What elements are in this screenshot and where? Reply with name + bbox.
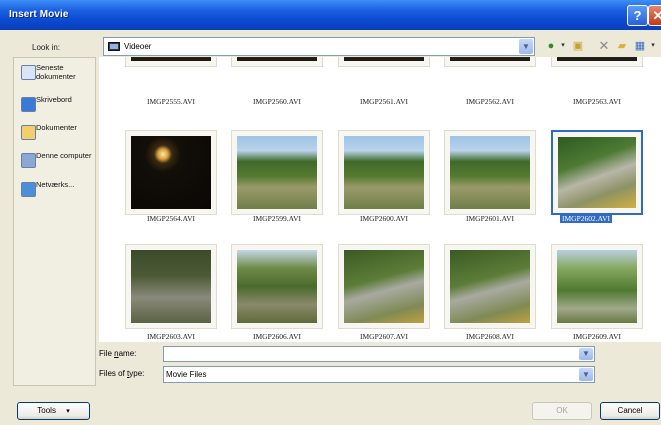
file-thumbnail[interactable] [444, 57, 536, 67]
place-item[interactable]: Seneste dokumenter [14, 61, 97, 89]
file-type-dropdown[interactable]: Movie Files ▼ [163, 366, 595, 383]
file-name-input[interactable]: ▼ [163, 346, 595, 362]
file-name[interactable]: IMGP2602.AVI [560, 214, 612, 223]
tools-label: Tools [37, 406, 56, 415]
file-name[interactable]: IMGP2564.AVI [125, 214, 217, 223]
computer-icon [21, 153, 36, 168]
file-thumbnail[interactable] [231, 57, 323, 67]
file-name[interactable]: IMGP2601.AVI [444, 214, 536, 223]
delete-icon[interactable]: ✕ [596, 38, 612, 54]
file-name[interactable]: IMGP2603.AVI [125, 332, 217, 341]
place-label: Netværks... [36, 180, 75, 189]
place-item[interactable]: Netværks... [14, 178, 97, 206]
back-dropdown-icon[interactable]: ▾ [559, 38, 567, 54]
file-thumbnail[interactable] [444, 130, 536, 215]
video-preview-image [237, 136, 317, 209]
place-label: Dokumenter [36, 123, 77, 132]
video-preview-image [558, 137, 636, 208]
tools-button[interactable]: Tools ▾ [17, 402, 90, 420]
file-name[interactable]: IMGP2560.AVI [231, 97, 323, 106]
look-in-label: Look in: [32, 43, 61, 52]
cancel-button[interactable]: Cancel [600, 402, 660, 420]
file-type-value: Movie Files [166, 370, 207, 379]
file-name[interactable]: IMGP2609.AVI [551, 332, 643, 341]
folder-icon [108, 42, 120, 51]
video-preview-image [237, 250, 317, 323]
file-name[interactable]: IMGP2562.AVI [444, 97, 536, 106]
file-type-label: Files of type: [99, 369, 145, 378]
title-bar[interactable]: Insert Movie ? ✕ [0, 0, 661, 30]
look-in-dropdown[interactable]: Videoer ▼ [103, 37, 535, 56]
video-preview-image [344, 57, 424, 61]
file-name-label: File name: [99, 349, 137, 358]
file-name[interactable]: IMGP2608.AVI [444, 332, 536, 341]
video-preview-image [450, 57, 530, 61]
chevron-down-icon: ▾ [66, 408, 70, 415]
up-folder-icon[interactable]: ▣ [570, 38, 586, 54]
video-preview-image [237, 57, 317, 61]
file-thumbnail[interactable] [125, 244, 217, 329]
desktop-icon [21, 97, 36, 112]
place-item[interactable]: Dokumenter [14, 121, 97, 149]
file-thumbnail[interactable] [444, 244, 536, 329]
chevron-down-icon[interactable]: ▼ [579, 348, 593, 360]
video-preview-image [131, 250, 211, 323]
file-thumbnail[interactable] [338, 57, 430, 67]
file-thumbnail[interactable] [231, 130, 323, 215]
video-preview-image [344, 250, 424, 323]
file-name[interactable]: IMGP2600.AVI [338, 214, 430, 223]
look-in-value: Videoer [124, 42, 152, 51]
close-button[interactable]: ✕ [648, 5, 661, 26]
chevron-down-icon[interactable]: ▼ [579, 368, 593, 381]
ok-button[interactable]: OK [532, 402, 592, 420]
file-thumbnail[interactable] [551, 130, 643, 215]
file-thumbnail[interactable] [231, 244, 323, 329]
file-name[interactable]: IMGP2606.AVI [231, 332, 323, 341]
video-preview-image [131, 57, 211, 61]
file-name[interactable]: IMGP2599.AVI [231, 214, 323, 223]
recent-documents-icon [21, 65, 36, 80]
back-icon[interactable]: ● [543, 38, 559, 54]
file-name[interactable]: IMGP2555.AVI [125, 97, 217, 106]
help-button[interactable]: ? [627, 5, 648, 26]
video-preview-image [557, 57, 637, 61]
video-preview-image [344, 136, 424, 209]
chevron-down-icon[interactable]: ▼ [519, 39, 533, 54]
ok-label: OK [556, 406, 568, 415]
place-label: Seneste dokumenter [36, 63, 76, 81]
file-thumbnail[interactable] [125, 57, 217, 67]
new-folder-icon[interactable]: ▰ [614, 38, 630, 54]
video-preview-image [131, 136, 211, 209]
place-item[interactable]: Skrivebord [14, 93, 97, 121]
file-thumbnail[interactable] [551, 244, 643, 329]
views-icon[interactable]: ▦ [632, 38, 648, 54]
file-name[interactable]: IMGP2563.AVI [551, 97, 643, 106]
file-thumbnail[interactable] [338, 130, 430, 215]
file-name[interactable]: IMGP2561.AVI [338, 97, 430, 106]
documents-folder-icon [21, 125, 36, 140]
file-name[interactable]: IMGP2607.AVI [338, 332, 430, 341]
place-label: Denne computer [36, 151, 92, 160]
place-item[interactable]: Denne computer [14, 149, 97, 177]
window-title: Insert Movie [9, 9, 69, 20]
insert-movie-dialog: Insert Movie ? ✕ Look in: Videoer ▼ ● ▾ … [0, 0, 661, 425]
views-dropdown-icon[interactable]: ▾ [648, 38, 658, 54]
place-label: Skrivebord [36, 95, 72, 104]
video-preview-image [450, 250, 530, 323]
file-thumbnail[interactable] [551, 57, 643, 67]
places-bar: Seneste dokumenter Skrivebord Dokumenter De… [13, 57, 96, 386]
file-thumbnail[interactable] [125, 130, 217, 215]
network-icon [21, 182, 36, 197]
file-thumbnail[interactable] [338, 244, 430, 329]
video-preview-image [557, 250, 637, 323]
file-list[interactable]: IMGP2555.AVI IMGP2560.AVI IMGP2561.AVI IMGP… [99, 57, 661, 342]
cancel-label: Cancel [617, 406, 643, 415]
video-preview-image [450, 136, 530, 209]
